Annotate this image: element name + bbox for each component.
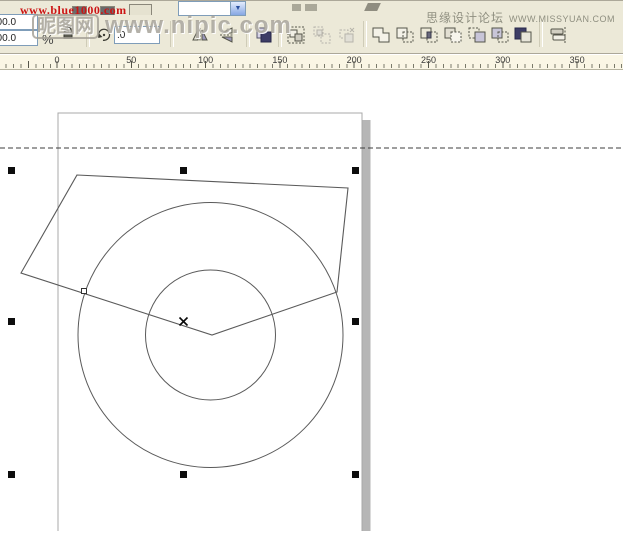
rotation-angle-input[interactable] (114, 26, 160, 44)
horizontal-ruler[interactable]: 0 50 100 150 200 250 300 350 (0, 54, 623, 70)
separator (246, 21, 250, 47)
separator (86, 21, 90, 47)
app-window: { "watermarks": { "blue1000": "www.blue1… (0, 0, 623, 531)
combine-icon[interactable] (254, 25, 274, 45)
mirror-vertical-icon[interactable] (217, 25, 237, 45)
drawing-canvas[interactable] (0, 70, 623, 531)
ungroup-icon[interactable] (312, 25, 332, 45)
selection-handle[interactable] (8, 318, 15, 325)
simplify-icon[interactable] (443, 25, 463, 45)
separator (170, 21, 174, 47)
scale-y-input[interactable] (0, 30, 38, 46)
combine-bars-icon[interactable] (548, 25, 568, 45)
intersect-icon[interactable] (419, 25, 439, 45)
selection-handle[interactable] (8, 167, 15, 174)
separator (278, 21, 282, 47)
edge-node-marker[interactable] (82, 289, 87, 294)
page-border (58, 113, 362, 531)
combo-dropdown-arrow-icon[interactable]: ▼ (230, 2, 245, 15)
import-icon[interactable] (129, 4, 152, 15)
ruler-major-ticks (0, 61, 623, 68)
blue1000-watermark: www.blue1000.com (20, 3, 127, 18)
cropped-text-fragment (292, 4, 301, 11)
selection-handle[interactable] (352, 318, 359, 325)
mirror-horizontal-icon[interactable] (190, 25, 210, 45)
page-shadow (363, 120, 371, 531)
percent-label: % (42, 32, 54, 47)
cropped-text-fragment (305, 4, 317, 11)
zoom-level-combo[interactable]: ▼ (178, 1, 246, 16)
document-drawing[interactable] (0, 70, 623, 531)
pen-icon[interactable] (364, 3, 381, 11)
selection-handle[interactable] (180, 471, 187, 478)
trim-icon[interactable] (395, 25, 415, 45)
weld-icon[interactable] (371, 25, 391, 45)
property-bar: % (0, 17, 623, 54)
separator (539, 21, 543, 47)
selection-handle[interactable] (352, 167, 359, 174)
group-icon[interactable] (286, 25, 306, 45)
selection-handle[interactable] (352, 471, 359, 478)
separator (363, 21, 367, 47)
selection-handle[interactable] (8, 471, 15, 478)
ungroup-all-icon[interactable] (337, 25, 357, 45)
create-boundary-icon[interactable] (513, 25, 533, 45)
back-minus-front-icon[interactable] (490, 25, 510, 45)
front-minus-back-icon[interactable] (467, 25, 487, 45)
selection-handle[interactable] (180, 167, 187, 174)
rotation-icon[interactable] (94, 25, 114, 45)
nonproportional-lock-icon[interactable] (58, 23, 78, 43)
